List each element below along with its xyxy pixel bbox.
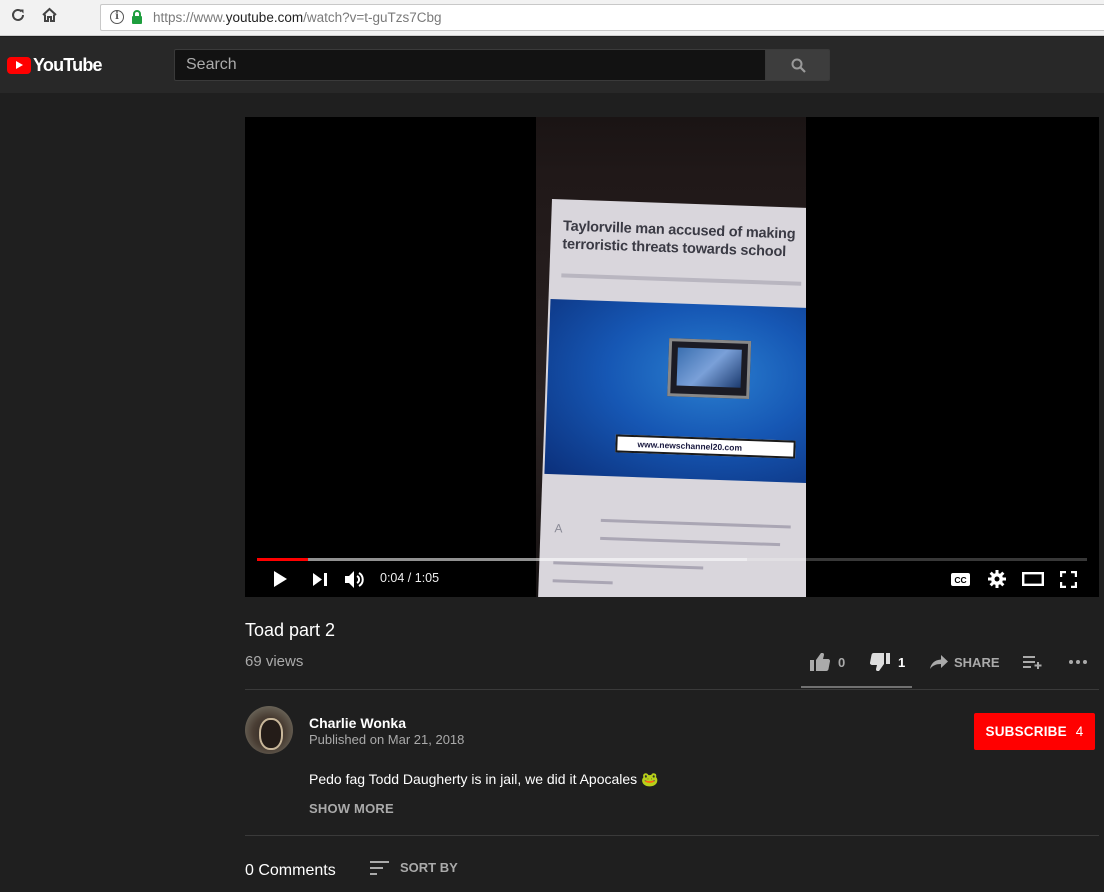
browser-toolbar: i https://www.youtube.com/watch?v=t-guTz… — [0, 0, 1104, 36]
show-more-button[interactable]: SHOW MORE — [309, 801, 394, 816]
video-frame-url: www.newschannel20.com — [615, 434, 796, 459]
home-icon[interactable] — [38, 7, 60, 29]
subscribe-button[interactable]: SUBSCRIBE 4 — [974, 713, 1095, 750]
url-prefix: https://www. — [153, 10, 226, 25]
like-count: 0 — [838, 654, 846, 670]
captions-icon: CC — [950, 572, 970, 586]
like-button[interactable]: 0 — [810, 648, 845, 676]
youtube-logo-text: YouTube — [33, 54, 103, 75]
publish-date: Published on Mar 21, 2018 — [309, 732, 465, 747]
video-frame-text-icon: A — [554, 521, 563, 536]
more-actions-button[interactable] — [1069, 648, 1087, 676]
sentiment-bar — [801, 686, 912, 688]
video-frame-text-line — [600, 518, 791, 529]
progress-bar[interactable] — [257, 558, 1087, 561]
divider — [245, 689, 1099, 690]
search-button[interactable] — [765, 49, 830, 81]
volume-button[interactable] — [344, 569, 366, 589]
info-icon[interactable]: i — [110, 10, 124, 24]
volume-icon — [344, 570, 364, 588]
next-icon — [313, 572, 327, 586]
url-path: /watch?v=t-guTzs7Cbg — [303, 10, 442, 25]
video-frame: Taylorville man accused of making terror… — [536, 117, 806, 597]
divider — [245, 835, 1099, 836]
reload-icon[interactable] — [7, 7, 29, 29]
progress-buffered — [257, 558, 747, 561]
sort-icon — [370, 860, 389, 875]
play-icon — [274, 571, 287, 587]
settings-button[interactable] — [987, 569, 1007, 589]
thumb-up-icon — [810, 653, 830, 671]
fullscreen-icon — [1059, 570, 1077, 588]
lock-icon[interactable] — [131, 10, 143, 24]
time-display: 0:04 / 1:05 — [380, 571, 440, 585]
address-bar[interactable]: i https://www.youtube.com/watch?v=t-guTz… — [100, 4, 1104, 31]
next-button[interactable] — [311, 569, 329, 589]
fullscreen-button[interactable] — [1058, 569, 1078, 589]
theater-icon — [1022, 572, 1044, 586]
youtube-logo[interactable]: YouTube — [7, 54, 103, 75]
theater-mode-button[interactable] — [1021, 569, 1045, 589]
sort-by-button[interactable]: SORT BY — [370, 860, 458, 875]
search-icon — [791, 58, 806, 73]
video-frame-text-line — [552, 579, 613, 585]
share-icon — [930, 655, 948, 669]
dislike-count: 1 — [898, 654, 906, 670]
video-title: Toad part 2 — [245, 620, 336, 640]
thumb-down-icon — [870, 653, 890, 671]
progress-played — [257, 558, 308, 561]
share-label: SHARE — [954, 654, 1000, 670]
video-frame-image: www.newschannel20.com — [544, 299, 806, 484]
video-frame-monitor — [667, 338, 752, 400]
channel-avatar[interactable] — [245, 706, 293, 754]
add-to-playlist-icon — [1023, 655, 1042, 669]
captions-button[interactable]: CC — [950, 569, 970, 589]
url-domain: youtube.com — [225, 10, 304, 25]
view-count: 69 views — [245, 653, 304, 670]
settings-icon — [988, 570, 1006, 588]
video-frame-headline: Taylorville man accused of making terror… — [562, 218, 796, 261]
video-frame-text-line — [553, 561, 704, 570]
comments-count: 0 Comments — [245, 862, 336, 879]
video-description: Pedo fag Todd Daugherty is in jail, we d… — [309, 771, 659, 787]
search-input[interactable] — [174, 49, 766, 81]
share-button[interactable]: SHARE — [930, 648, 1000, 676]
svg-text:CC: CC — [954, 575, 966, 585]
masthead: YouTube — [0, 37, 1104, 93]
subscribe-label: SUBSCRIBE — [985, 724, 1067, 739]
url-text[interactable]: https://www.youtube.com/watch?v=t-guTzs7… — [153, 10, 442, 25]
add-to-playlist-button[interactable] — [1023, 648, 1042, 676]
dislike-button[interactable]: 1 — [870, 648, 905, 676]
sort-by-label: SORT BY — [400, 860, 458, 875]
subscriber-count: 4 — [1075, 724, 1084, 739]
video-frame-byline — [561, 273, 802, 286]
channel-name[interactable]: Charlie Wonka — [309, 715, 406, 731]
more-icon — [1069, 660, 1087, 664]
video-player[interactable]: Taylorville man accused of making terror… — [245, 117, 1099, 597]
video-frame-text-line — [600, 536, 781, 547]
youtube-logo-icon — [7, 56, 31, 74]
play-button[interactable] — [271, 569, 289, 589]
video-frame-article: Taylorville man accused of making terror… — [537, 199, 806, 597]
